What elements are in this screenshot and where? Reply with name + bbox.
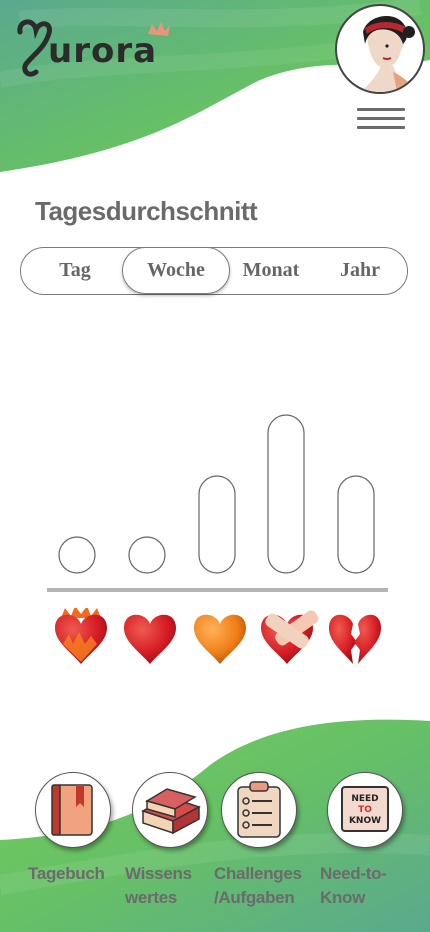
need-to-know-sign-icon: NEED TO KNOW (341, 786, 389, 832)
nav-challenges[interactable]: Challenges /Aufgaben (214, 772, 304, 910)
hamburger-line (357, 117, 405, 120)
nav-tagebuch[interactable]: Tagebuch (28, 772, 118, 886)
tab-jahr[interactable]: Jahr (319, 248, 401, 293)
hamburger-menu-button[interactable] (357, 108, 405, 132)
chart-bar-burning-heart (58, 536, 96, 574)
burning-heart-icon (55, 608, 107, 664)
diary-book-icon (51, 784, 93, 836)
profile-avatar-icon (361, 15, 415, 92)
nav-need-to-know-label: Need-to- Know (320, 864, 387, 907)
app-screen: urora Tagesdurchschnitt Tag Woche Monat … (0, 0, 430, 932)
mood-hearts-row (55, 608, 381, 664)
broken-heart-icon (329, 614, 381, 664)
page-title: Tagesdurchschnitt (35, 196, 258, 226)
nav-tagebuch-circle (35, 772, 111, 848)
bandaged-heart-icon (261, 610, 319, 664)
svg-text:TO: TO (358, 805, 372, 815)
chart-bar-bandaged-heart (267, 414, 305, 574)
svg-text:NEED: NEED (351, 794, 378, 804)
mood-bar-chart (47, 414, 388, 592)
hamburger-menu-icon (357, 108, 405, 111)
nav-wissenswertes-label: Wissens wertes (125, 864, 192, 907)
tab-monat[interactable]: Monat (231, 248, 311, 293)
hamburger-line (357, 126, 405, 129)
tab-tag[interactable]: Tag (35, 248, 115, 293)
nav-wissenswertes-circle (132, 772, 208, 848)
orange-heart-icon (194, 614, 246, 664)
chart-bar-red-heart (128, 536, 166, 574)
svg-text:urora: urora (48, 31, 157, 71)
nav-need-to-know-circle: NEED TO KNOW (327, 772, 403, 848)
chart-bar-orange-heart (198, 475, 236, 574)
tab-woche[interactable]: Woche (122, 247, 230, 294)
chart-bar-broken-heart (337, 475, 375, 574)
profile-avatar[interactable] (335, 4, 425, 94)
nav-challenges-label: Challenges /Aufgaben (214, 864, 302, 907)
books-stack-icon (141, 788, 201, 835)
nav-need-to-know[interactable]: NEED TO KNOW Need-to- Know (320, 772, 410, 910)
nav-tagebuch-label: Tagebuch (28, 864, 105, 883)
aurora-logo: urora (14, 12, 184, 84)
red-heart-icon (124, 614, 176, 664)
checklist-clipboard-icon (237, 781, 281, 838)
nav-challenges-circle (221, 772, 297, 848)
period-tab-bar: Tag Woche Monat Jahr (20, 247, 408, 295)
svg-text:KNOW: KNOW (349, 816, 381, 826)
nav-wissenswertes[interactable]: Wissens wertes (125, 772, 215, 910)
